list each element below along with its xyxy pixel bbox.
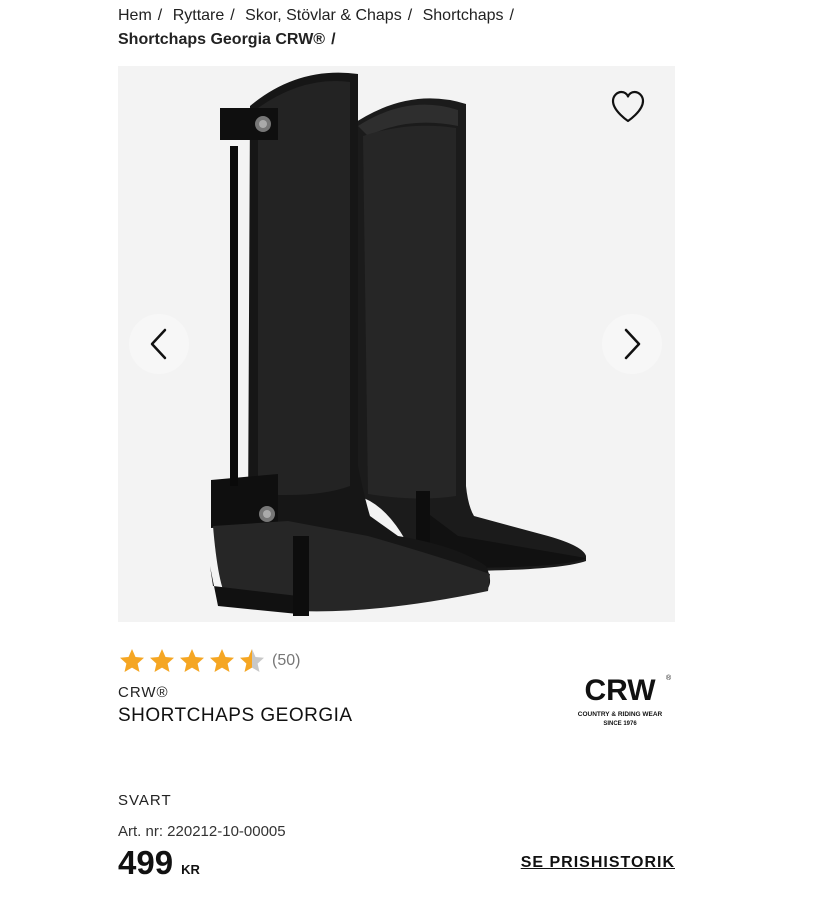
breadcrumb-separator: / [509, 7, 514, 24]
breadcrumb-separator: / [407, 7, 413, 24]
breadcrumb-link-hem[interactable]: Hem [118, 7, 152, 24]
gallery-next-button[interactable] [602, 314, 662, 374]
chevron-left-icon [150, 328, 167, 360]
product-image [210, 72, 586, 616]
price-value: 499 [118, 844, 174, 881]
price-currency: KR [181, 862, 200, 877]
breadcrumb-separator: / [230, 7, 235, 24]
brand-logo-registered: ® [666, 674, 672, 682]
breadcrumb: Hem / Ryttare / Skor, Stövlar & Chaps / Sho… [118, 4, 718, 52]
price-history-link[interactable]: SE PRISHISTORIK [521, 854, 675, 872]
breadcrumb-link-skor-stovlar-chaps[interactable]: Skor, Stövlar & Chaps [245, 7, 402, 24]
gallery-prev-button[interactable] [129, 314, 189, 374]
breadcrumb-link-shortchaps[interactable]: Shortchaps [423, 7, 504, 24]
brand-logo-text: CRW [584, 674, 656, 707]
product-image-gallery [118, 66, 675, 622]
article-number: Art. nr: 220212-10-00005 [118, 823, 286, 840]
breadcrumb-link-ryttare[interactable]: Ryttare [173, 7, 225, 24]
chevron-right-icon [624, 328, 641, 360]
star-icon [240, 649, 264, 672]
product-brand[interactable]: CRW® [118, 684, 169, 701]
favorite-heart-icon[interactable] [609, 88, 647, 126]
review-count[interactable]: (50) [272, 652, 300, 670]
product-name: SHORTCHAPS GEORGIA [118, 705, 353, 726]
star-icon [210, 649, 234, 672]
brand-logo-since: SINCE 1976 [603, 721, 637, 727]
star-icon [120, 649, 144, 672]
brand-logo-tagline: COUNTRY & RIDING WEAR [578, 711, 663, 718]
product-rating[interactable]: (50) [118, 647, 300, 675]
breadcrumb-separator: / [157, 7, 163, 24]
brand-logo[interactable]: CRW ® COUNTRY & RIDING WEAR SINCE 1976 [562, 668, 678, 732]
rating-stars [118, 647, 266, 675]
breadcrumb-separator: / [331, 31, 336, 48]
breadcrumb-current: Shortchaps Georgia CRW® [118, 31, 326, 48]
product-price: 499 KR [118, 844, 200, 882]
star-icon [150, 649, 174, 672]
product-color: SVART [118, 792, 172, 809]
star-icon [180, 649, 204, 672]
